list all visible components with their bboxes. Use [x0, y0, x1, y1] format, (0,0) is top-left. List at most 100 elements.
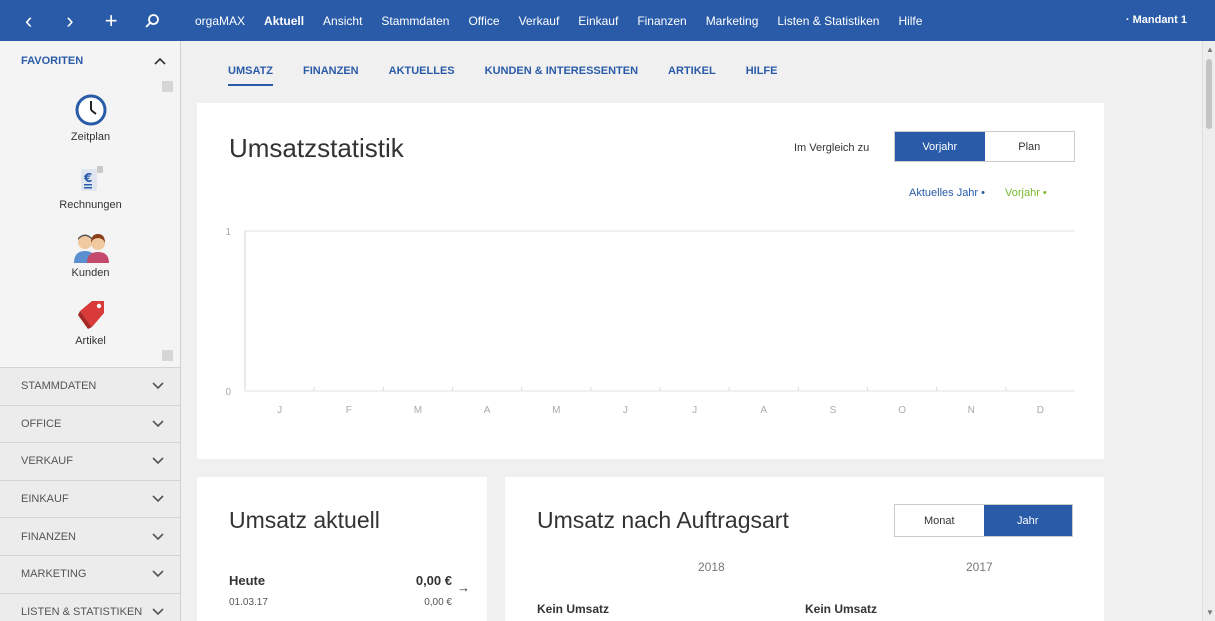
favorite-kunden[interactable]: Kunden	[0, 231, 181, 279]
x-tick-label: A	[484, 405, 491, 416]
sidebar-section-listen-statistiken[interactable]: LISTEN & STATISTIKEN	[0, 592, 180, 621]
year-current: 2018	[698, 560, 725, 574]
sidebar-section-einkauf[interactable]: EINKAUF	[0, 479, 180, 518]
umsatz-aktuell-card: Umsatz aktuell Heute 01.03.17 0,00 € 0,0…	[197, 477, 487, 621]
chevron-down-icon[interactable]	[152, 567, 164, 581]
favorite-rechnungen[interactable]: € Rechnungen	[0, 165, 181, 211]
menu-item-stammdaten[interactable]: Stammdaten	[381, 14, 449, 28]
top-bar: ‹ › + orgaMAX Aktuell Ansicht Stammdaten Off…	[0, 0, 1215, 41]
arrow-right-icon[interactable]: →	[457, 580, 470, 595]
favorites-scroll-down[interactable]	[162, 350, 173, 361]
heute-value-previous: 0,00 €	[424, 597, 452, 608]
x-tick-label: F	[346, 405, 352, 416]
menu-item-verkauf[interactable]: Verkauf	[519, 14, 560, 28]
favorite-zeitplan[interactable]: Zeitplan	[0, 93, 181, 143]
sidebar-section-office[interactable]: OFFICE	[0, 404, 180, 443]
sidebar-section-label: FINANZEN	[21, 530, 76, 543]
tab-bar: UMSATZ FINANZEN AKTUELLES KUNDEN & INTERESS…	[228, 65, 807, 86]
heute-value: 0,00 €	[415, 573, 452, 588]
toggle-monat[interactable]: Monat	[895, 505, 984, 536]
sidebar-section-label: LISTEN & STATISTIKEN	[21, 605, 143, 618]
clock-icon	[75, 94, 106, 126]
customers-icon	[73, 234, 109, 263]
sidebar-section-verkauf[interactable]: VERKAUF	[0, 442, 180, 480]
tab-hilfe[interactable]: HILFE	[746, 65, 778, 86]
menu-item-hilfe[interactable]: Hilfe	[898, 14, 922, 28]
favorites-scroll-up[interactable]	[162, 81, 173, 92]
scroll-down-icon[interactable]: ▼	[1206, 608, 1214, 617]
sidebar-section-stammdaten[interactable]: STAMMDATEN	[0, 367, 180, 405]
sidebar-section-label: EINKAUF	[21, 493, 69, 506]
menu-item-marketing[interactable]: Marketing	[706, 14, 759, 28]
favorites-header[interactable]: FAVORITEN	[0, 41, 180, 81]
favorites-label: FAVORITEN	[21, 55, 84, 67]
menu-item-listen-statistiken[interactable]: Listen & Statistiken	[777, 14, 879, 28]
tag-icon	[77, 301, 104, 329]
chevron-down-icon[interactable]	[152, 605, 164, 619]
tab-umsatz[interactable]: UMSATZ	[228, 65, 274, 86]
forward-icon[interactable]: ›	[56, 7, 84, 35]
chevron-up-icon[interactable]	[154, 54, 166, 68]
menu-item-finanzen[interactable]: Finanzen	[637, 14, 686, 28]
tab-finanzen[interactable]: FINANZEN	[303, 65, 359, 86]
auftragsart-title: Umsatz nach Auftragsart	[537, 507, 789, 533]
menu-item-office[interactable]: Office	[468, 14, 499, 28]
umsatz-aktuell-title: Umsatz aktuell	[229, 507, 380, 533]
toggle-jahr[interactable]: Jahr	[983, 505, 1072, 536]
scroll-up-icon[interactable]: ▲	[1206, 45, 1214, 54]
x-tick-label: J	[692, 405, 697, 416]
x-tick-label: A	[760, 405, 767, 416]
chevron-down-icon[interactable]	[152, 417, 164, 431]
y-tick-label: 0	[225, 387, 231, 398]
invoice-icon: €	[80, 166, 103, 191]
legend-current: Aktuelles Jahr •	[909, 187, 985, 199]
main-content: UMSATZ FINANZEN AKTUELLES KUNDEN & INTERESS…	[182, 41, 1202, 621]
sidebar-section-label: MARKETING	[21, 568, 87, 581]
tab-aktuelles[interactable]: AKTUELLES	[389, 65, 455, 86]
menu-item-aktuell[interactable]: Aktuell	[264, 14, 304, 28]
legend-previous: Vorjahr •	[1005, 187, 1047, 199]
x-tick-label: M	[414, 405, 422, 416]
nav-buttons: ‹ › +	[0, 0, 181, 41]
search-icon[interactable]	[138, 7, 166, 35]
tab-artikel[interactable]: ARTIKEL	[668, 65, 716, 86]
vertical-scrollbar[interactable]: ▲ ▼	[1202, 41, 1215, 621]
x-tick-label: M	[552, 405, 560, 416]
tab-kunden-interessenten[interactable]: KUNDEN & INTERESSENTEN	[485, 65, 638, 86]
favorite-artikel[interactable]: Artikel	[0, 299, 181, 347]
x-tick-label: J	[277, 405, 282, 416]
x-tick-label: N	[968, 405, 975, 416]
sidebar-section-marketing[interactable]: MARKETING	[0, 554, 180, 593]
x-tick-label: D	[1037, 405, 1044, 416]
period-toggle: Monat Jahr	[894, 504, 1073, 537]
favorites-area: Zeitplan € Rechnungen Kunden Artikel	[0, 81, 180, 367]
compare-toggle: Vorjahr Plan	[894, 131, 1075, 162]
mandant-label[interactable]: · Mandant 1	[1126, 14, 1187, 26]
back-icon[interactable]: ‹	[15, 7, 43, 35]
kein-umsatz-previous: Kein Umsatz	[805, 602, 878, 616]
chevron-down-icon[interactable]	[152, 492, 164, 506]
scrollbar-thumb[interactable]	[1206, 59, 1212, 129]
sidebar-section-finanzen[interactable]: FINANZEN	[0, 517, 180, 555]
add-icon[interactable]: +	[97, 7, 125, 35]
umsatzstatistik-card: Umsatzstatistik Im Vergleich zu Vorjahr …	[197, 103, 1104, 459]
x-tick-label: J	[623, 405, 628, 416]
chevron-down-icon[interactable]	[152, 454, 164, 468]
chevron-down-icon[interactable]	[152, 379, 164, 393]
statistik-title: Umsatzstatistik	[229, 133, 404, 163]
toggle-plan[interactable]: Plan	[985, 132, 1075, 161]
sidebar: FAVORITEN Zeitplan € Rechnungen Kunden A…	[0, 41, 181, 621]
chevron-down-icon[interactable]	[152, 530, 164, 544]
menu-item-ansicht[interactable]: Ansicht	[323, 14, 362, 28]
toggle-vorjahr[interactable]: Vorjahr	[895, 132, 985, 161]
year-previous: 2017	[966, 560, 993, 574]
heute-label: Heute	[229, 573, 266, 588]
sidebar-section-label: STAMMDATEN	[21, 380, 97, 393]
menu-item-orgamax[interactable]: orgaMAX	[195, 14, 245, 28]
sidebar-section-label: OFFICE	[21, 417, 62, 430]
umsatz-chart: 0 1 J F M A M J J A S O N D	[225, 227, 1075, 416]
main-menu: orgaMAX Aktuell Ansicht Stammdaten Office Ver…	[181, 0, 941, 41]
menu-item-einkauf[interactable]: Einkauf	[578, 14, 618, 28]
favorite-label: Artikel	[75, 335, 106, 347]
auftragsart-card: Umsatz nach Auftragsart Monat Jahr 2018 …	[505, 477, 1104, 621]
